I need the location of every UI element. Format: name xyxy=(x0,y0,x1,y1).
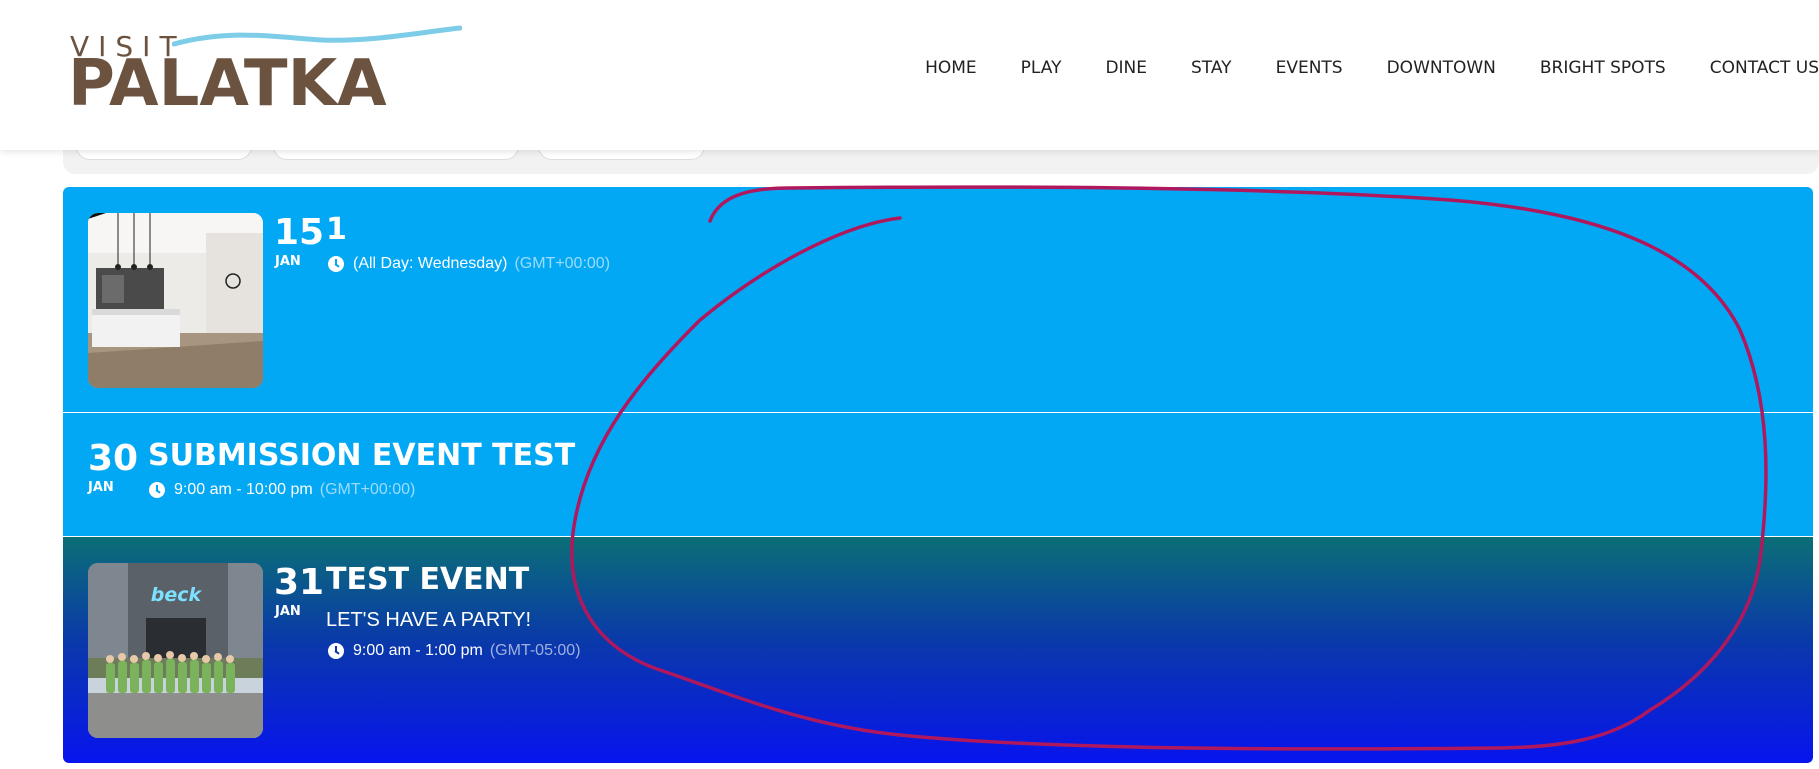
nav-dine[interactable]: DINE xyxy=(1105,56,1147,80)
main-nav: HOME PLAY DINE STAY EVENTS DOWNTOWN BRIG… xyxy=(925,56,1819,80)
event-month: JAN xyxy=(275,254,301,269)
event-card[interactable]: 30 JAN SUBMISSION EVENT TEST 9:00 am - 1… xyxy=(63,413,1813,536)
event-time: 9:00 am - 1:00 pm xyxy=(353,642,483,659)
event-time-row: (All Day: Wednesday) (GMT+00:00) xyxy=(328,255,610,273)
event-day: 30 xyxy=(88,438,139,479)
clock-icon xyxy=(149,482,165,498)
event-title[interactable]: SUBMISSION EVENT TEST xyxy=(148,441,575,471)
event-month: JAN xyxy=(88,480,114,495)
kitchen-photo xyxy=(88,213,263,388)
storefront-photo: beck xyxy=(88,563,263,738)
nav-home[interactable]: HOME xyxy=(925,56,977,80)
visit-palatka-logo[interactable]: VISIT PALATKA xyxy=(68,24,462,121)
event-time: 9:00 am - 10:00 pm xyxy=(174,481,313,498)
event-day: 15 xyxy=(274,212,325,253)
nav-events[interactable]: EVENTS xyxy=(1276,56,1343,80)
event-time-row: 9:00 am - 1:00 pm (GMT-05:00) xyxy=(328,642,581,660)
nav-downtown[interactable]: DOWNTOWN xyxy=(1387,56,1496,80)
event-subtitle: LET'S HAVE A PARTY! xyxy=(326,609,532,631)
svg-text:beck: beck xyxy=(151,584,203,606)
event-card[interactable]: beck 31 JAN TEST EVENT LET'S HAVE A PART… xyxy=(63,537,1813,763)
event-image-storefront[interactable]: beck xyxy=(88,563,263,738)
event-image-kitchen[interactable] xyxy=(88,213,263,388)
event-time-row: 9:00 am - 10:00 pm (GMT+00:00) xyxy=(149,481,415,499)
event-timezone: (GMT+00:00) xyxy=(514,255,611,272)
event-time: (All Day: Wednesday) xyxy=(353,255,508,272)
site-header: VISIT PALATKA HOME PLAY DINE STAY EVENTS… xyxy=(0,0,1819,150)
logo-palatka-text: PALATKA xyxy=(68,47,387,121)
event-timezone: (GMT+00:00) xyxy=(319,481,416,498)
nav-contact-us[interactable]: CONTACT US xyxy=(1710,56,1819,80)
event-card[interactable]: 15 JAN 1 (All Day: Wednesday) (GMT+00:00… xyxy=(63,187,1813,412)
nav-bright-spots[interactable]: BRIGHT SPOTS xyxy=(1540,56,1666,80)
event-title[interactable]: TEST EVENT xyxy=(326,565,529,595)
event-month: JAN xyxy=(275,604,301,619)
event-day: 31 xyxy=(274,562,325,603)
nav-play[interactable]: PLAY xyxy=(1021,56,1062,80)
event-title[interactable]: 1 xyxy=(326,215,347,245)
nav-stay[interactable]: STAY xyxy=(1191,56,1232,80)
event-timezone: (GMT-05:00) xyxy=(489,642,581,659)
events-list: 15 JAN 1 (All Day: Wednesday) (GMT+00:00… xyxy=(63,187,1813,763)
clock-icon xyxy=(328,643,344,659)
clock-icon xyxy=(328,256,344,272)
